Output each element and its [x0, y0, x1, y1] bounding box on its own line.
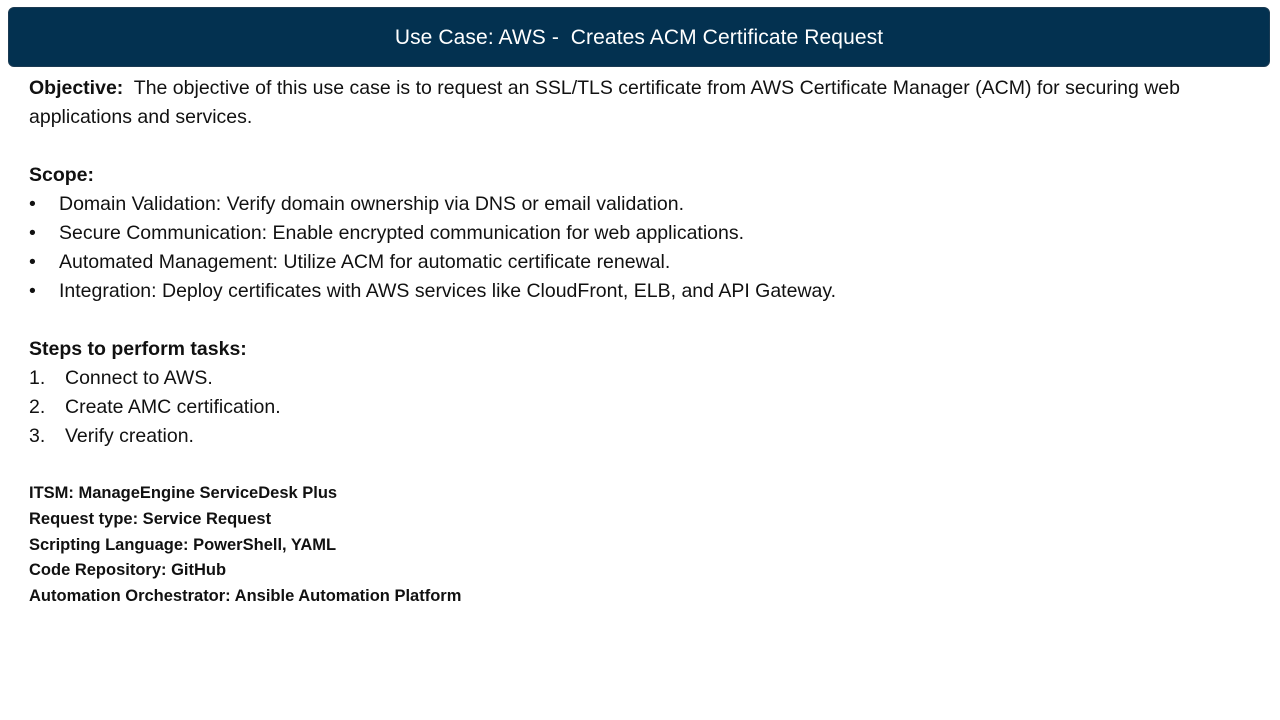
scripting-language-line: Scripting Language: PowerShell, YAML — [29, 535, 337, 554]
scope-list: • Domain Validation: Verify domain owner… — [29, 190, 1229, 306]
scope-item: • Integration: Deploy certificates with … — [29, 277, 1229, 306]
title-banner: Use Case: AWS - Creates ACM Certificate … — [8, 7, 1270, 67]
step-text: Create AMC certification. — [65, 396, 281, 418]
bullet-icon: • — [29, 280, 36, 302]
scope-item-text: Domain Validation: Verify domain ownersh… — [59, 193, 685, 215]
objective-text: The objective of this use case is to req… — [29, 77, 1180, 128]
steps-list: 1. Connect to AWS. 2. Create AMC certifi… — [29, 364, 1229, 451]
step-item: 1. Connect to AWS. — [29, 364, 1229, 393]
code-repository-line: Code Repository: GitHub — [29, 561, 227, 580]
step-number: 1. — [29, 367, 46, 389]
request-type-line: Request type: Service Request — [29, 509, 272, 528]
step-item: 3. Verify creation. — [29, 422, 1229, 451]
step-number: 3. — [29, 425, 46, 447]
scope-item: • Automated Management: Utilize ACM for … — [29, 248, 1229, 277]
slide-content: Objective: The objective of this use cas… — [29, 74, 1229, 610]
step-text: Connect to AWS. — [65, 367, 213, 389]
objective-paragraph: Objective: The objective of this use cas… — [29, 74, 1229, 132]
step-item: 2. Create AMC certification. — [29, 393, 1229, 422]
bullet-icon: • — [29, 251, 36, 273]
scope-heading: Scope: — [29, 164, 95, 186]
automation-orchestrator-line: Automation Orchestrator: Ansible Automat… — [29, 587, 462, 606]
scope-item-text: Automated Management: Utilize ACM for au… — [59, 251, 671, 273]
bullet-icon: • — [29, 193, 36, 215]
scope-item: • Domain Validation: Verify domain owner… — [29, 190, 1229, 219]
bullet-icon: • — [29, 222, 36, 244]
metadata-block: ITSM: ManageEngine ServiceDesk Plus Requ… — [29, 481, 1229, 610]
itsm-line: ITSM: ManageEngine ServiceDesk Plus — [29, 484, 338, 502]
step-number: 2. — [29, 396, 46, 418]
scope-item-text: Integration: Deploy certificates with AW… — [59, 280, 837, 302]
steps-heading: Steps to perform tasks: — [29, 338, 247, 360]
step-text: Verify creation. — [65, 425, 194, 447]
page-title: Use Case: AWS - Creates ACM Certificate … — [394, 25, 884, 49]
scope-item-text: Secure Communication: Enable encrypted c… — [59, 222, 745, 244]
scope-item: • Secure Communication: Enable encrypted… — [29, 219, 1229, 248]
objective-label: Objective: — [29, 77, 124, 99]
